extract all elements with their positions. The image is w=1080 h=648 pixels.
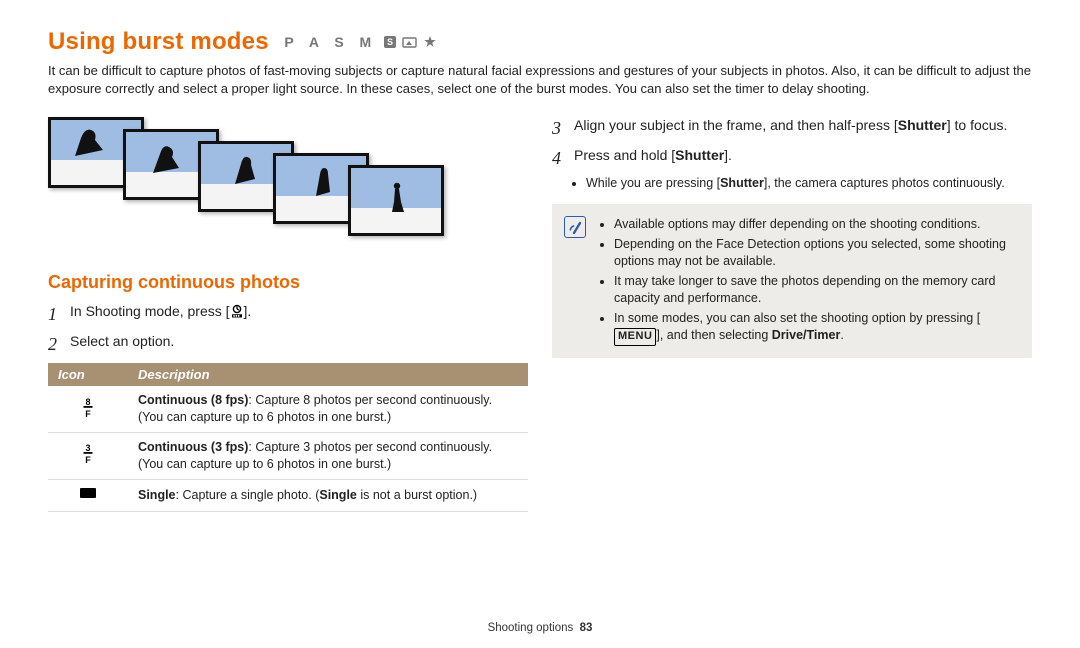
burst-frame — [348, 165, 444, 236]
option-desc: Continuous (3 fps): Capture 3 photos per… — [128, 433, 528, 480]
shutter-bold: Shutter — [720, 176, 764, 190]
note-icon — [564, 216, 586, 238]
step-text: ]. — [244, 303, 252, 319]
table-row: 8F Continuous (8 fps): Capture 8 photos … — [48, 386, 528, 432]
step-text: ]. — [724, 147, 732, 163]
svg-text:8: 8 — [85, 397, 90, 407]
sub-bullet: While you are pressing [Shutter], the ca… — [586, 175, 1032, 192]
subhead-capturing: Capturing continuous photos — [48, 272, 528, 293]
option-icon-single — [48, 479, 128, 511]
table-row: Single: Capture a single photo. (Single … — [48, 479, 528, 511]
sub-bullet-list: While you are pressing [Shutter], the ca… — [552, 175, 1032, 192]
mode-s-icon: S — [383, 35, 397, 49]
option-text: : Capture a single photo. ( — [176, 488, 320, 502]
footer-section: Shooting options — [488, 622, 574, 634]
option-desc: Single: Capture a single photo. (Single … — [128, 479, 528, 511]
option-name2: Single — [319, 488, 357, 502]
shutter-bold: Shutter — [898, 117, 947, 133]
options-table: Icon Description 8F Continuous (8 fps): … — [48, 363, 528, 511]
burst-sample-strip — [48, 117, 528, 252]
step-body: Press and hold [Shutter]. — [574, 145, 1032, 171]
option-text: : Capture 3 photos per second continuous… — [248, 440, 492, 454]
col-header-icon: Icon — [48, 363, 128, 386]
note-text: ], and then selecting — [656, 328, 771, 342]
step-body: In Shooting mode, press []. — [70, 301, 528, 327]
drive-timer-bold: Drive/Timer — [772, 328, 841, 342]
step-text: Align your subject in the frame, and the… — [574, 117, 898, 133]
note-item: Depending on the Face Detection options … — [614, 236, 1020, 271]
page-number: 83 — [580, 622, 593, 634]
note-text: . — [840, 328, 843, 342]
option-name: Continuous (8 fps) — [138, 393, 248, 407]
mode-scene-icon — [402, 35, 417, 49]
step-body: Select an option. — [70, 331, 528, 357]
option-icon-3fps: 3F — [48, 433, 128, 480]
note-item: In some modes, you can also set the shoo… — [614, 310, 1020, 346]
step-text: ] to focus. — [947, 117, 1008, 133]
left-column: Capturing continuous photos 1 In Shootin… — [48, 111, 528, 512]
step-text: Press and hold [ — [574, 147, 675, 163]
option-name: Single — [138, 488, 176, 502]
table-row: 3F Continuous (3 fps): Capture 3 photos … — [48, 433, 528, 480]
step-number: 4 — [552, 145, 574, 171]
option-paren: (You can capture up to 6 photos in one b… — [138, 457, 391, 471]
bullet-text: ], the camera captures photos continuous… — [764, 176, 1005, 190]
note-list: Available options may differ depending o… — [596, 214, 1020, 347]
note-item: Available options may differ depending o… — [614, 216, 1020, 234]
option-text2: is not a burst option.) — [357, 488, 477, 502]
mode-magic-icon — [423, 35, 437, 49]
bullet-text: While you are pressing [ — [586, 176, 720, 190]
steps-left: 1 In Shooting mode, press []. 2 Select a… — [48, 301, 528, 357]
svg-text:3: 3 — [85, 443, 90, 453]
step-number: 3 — [552, 115, 574, 141]
menu-button-icon: MENU — [614, 328, 656, 345]
svg-text:F: F — [85, 409, 91, 418]
intro-paragraph: It can be difficult to capture photos of… — [48, 62, 1032, 97]
note-box: Available options may differ depending o… — [552, 204, 1032, 357]
option-icon-8fps: 8F — [48, 386, 128, 432]
note-item: It may take longer to save the photos de… — [614, 273, 1020, 308]
page-header: Using burst modes P A S M S — [48, 28, 1032, 56]
note-text: In some modes, you can also set the shoo… — [614, 311, 980, 325]
col-header-desc: Description — [128, 363, 528, 386]
step-text: In Shooting mode, press [ — [70, 303, 230, 319]
right-column: 3 Align your subject in the frame, and t… — [552, 111, 1032, 512]
drive-timer-icon — [230, 304, 244, 324]
svg-text:S: S — [387, 37, 393, 47]
shutter-bold: Shutter — [675, 147, 724, 163]
svg-text:F: F — [85, 455, 91, 464]
step-number: 1 — [48, 301, 70, 327]
steps-right: 3 Align your subject in the frame, and t… — [552, 115, 1032, 171]
option-name: Continuous (3 fps) — [138, 440, 248, 454]
option-desc: Continuous (8 fps): Capture 8 photos per… — [128, 386, 528, 432]
step-body: Align your subject in the frame, and the… — [574, 115, 1032, 141]
page-title: Using burst modes — [48, 28, 269, 56]
option-paren: (You can capture up to 6 photos in one b… — [138, 410, 391, 424]
option-text: : Capture 8 photos per second continuous… — [248, 393, 492, 407]
page-footer: Shooting options 83 — [48, 622, 1032, 634]
step-number: 2 — [48, 331, 70, 357]
mode-letters: P A S M — [284, 34, 377, 50]
mode-dial-row: P A S M S — [284, 34, 437, 50]
